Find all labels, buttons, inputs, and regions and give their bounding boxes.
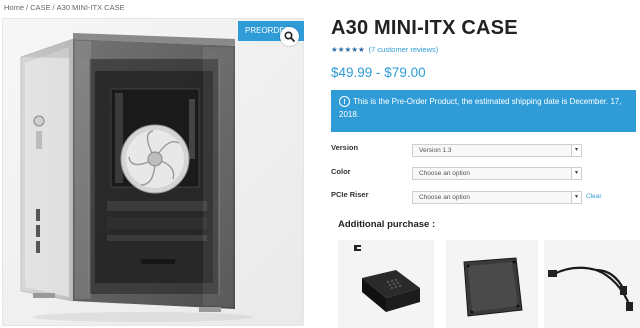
pcie-riser-select[interactable]: Choose an option ▾ — [412, 191, 582, 204]
reviews-link[interactable]: (7 customer reviews) — [369, 45, 439, 54]
preorder-notice: ! This is the Pre-Order Product, the esti… — [331, 90, 636, 132]
product-image[interactable] — [2, 18, 304, 326]
star-icon: ★ — [337, 44, 345, 54]
price-high: $79.00 — [384, 65, 426, 80]
version-select-value: Version 1.3 — [419, 147, 452, 154]
clear-options-link[interactable]: Clear — [586, 193, 602, 200]
pcie-riser-select-value: Choose an option — [419, 194, 470, 201]
additional-purchase-heading: Additional purchase : — [338, 219, 436, 230]
version-select[interactable]: Version 1.3 ▾ — [412, 144, 582, 157]
color-label: Color — [331, 167, 351, 176]
product-title: A30 MINI-ITX CASE — [331, 17, 518, 39]
star-icon: ★ — [344, 44, 352, 54]
version-label: Version — [331, 143, 359, 152]
color-select[interactable]: Choose an option ▾ — [412, 167, 582, 180]
breadcrumb-separator: / — [26, 3, 29, 12]
splitter-cable-image — [544, 240, 640, 328]
star-rating: ★ ★ ★ ★ ★ — [331, 46, 365, 54]
pc-case-illustration — [3, 19, 303, 325]
star-icon: ★ — [351, 44, 358, 54]
star-icon: ★ — [331, 44, 338, 54]
price-range: $49.99 - $79.00 — [331, 65, 426, 80]
breadcrumb-case[interactable]: CASE — [30, 3, 50, 12]
addon-pcie-riser-box[interactable] — [338, 240, 434, 328]
breadcrumb-home[interactable]: Home — [4, 3, 24, 12]
magnifier-icon[interactable] — [280, 27, 299, 46]
price-separator: - — [372, 65, 385, 80]
color-select-value: Choose an option — [419, 170, 470, 177]
breadcrumb: Home / CASE / A30 MINI-ITX CASE — [4, 3, 125, 12]
chevron-down-icon: ▾ — [571, 192, 581, 203]
half-star-icon: ★ — [357, 44, 365, 54]
product-rating: ★ ★ ★ ★ ★ (7 customer reviews) — [331, 45, 438, 54]
pcie-riser-label: PCIe Riser — [331, 190, 369, 199]
addon-splitter-cable[interactable] — [544, 240, 640, 328]
dust-filter-image — [446, 240, 538, 328]
notice-text-line1: This is the Pre-Order Product, the estim… — [353, 97, 622, 106]
addon-dust-filter[interactable] — [446, 240, 538, 328]
notice-text-line2: 2018. — [339, 110, 360, 119]
breadcrumb-separator: / — [52, 3, 55, 12]
info-icon: ! — [339, 96, 350, 108]
breadcrumb-current: A30 MINI-ITX CASE — [56, 3, 125, 12]
riser-box-image — [338, 240, 434, 328]
chevron-down-icon: ▾ — [571, 168, 581, 179]
chevron-down-icon: ▾ — [571, 145, 581, 156]
price-low: $49.99 — [331, 65, 373, 80]
